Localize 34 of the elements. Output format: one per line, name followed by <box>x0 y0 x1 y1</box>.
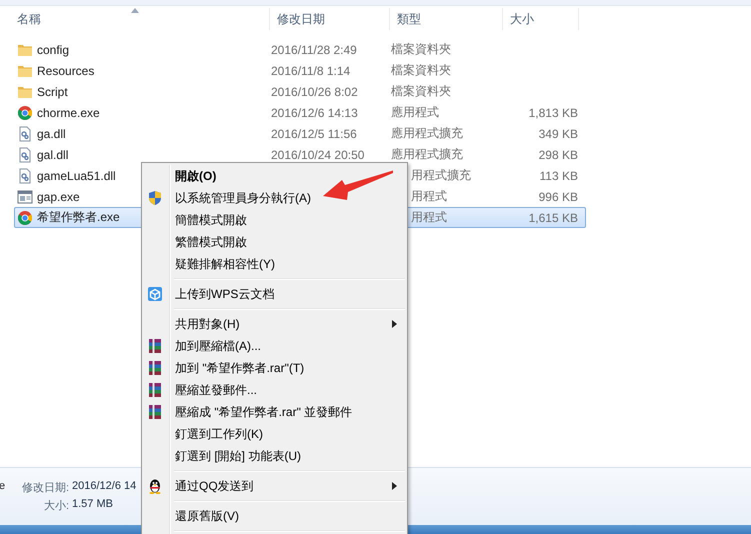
modified-date: 2016/11/28 2:49 <box>271 42 357 56</box>
file-size: 298 KB <box>538 148 578 162</box>
file-type: 用程式擴充 <box>411 167 471 184</box>
file-type: 應用程式 <box>391 104 439 121</box>
file-size: 113 KB <box>540 168 578 182</box>
file-name: config <box>37 42 70 56</box>
detail-label: 修改日期: <box>21 481 69 495</box>
file-type: 檔案資料夾 <box>391 41 451 58</box>
file-type: 檔案資料夾 <box>391 62 451 79</box>
file-name: gap.exe <box>37 190 80 204</box>
file-name: Resources <box>37 64 94 78</box>
file-type: 檔案資料夾 <box>391 83 451 100</box>
file-size: 1,813 KB <box>528 106 578 120</box>
file-size: 996 KB <box>538 190 578 204</box>
modified-date: 2016/11/8 1:14 <box>271 64 350 78</box>
file-size: 1,615 KB <box>528 210 578 224</box>
file-type: 應用程式擴充 <box>391 146 463 163</box>
file-type: 應用程式擴充 <box>391 125 463 142</box>
file-size: 349 KB <box>538 126 578 140</box>
modified-date: 2016/12/5 11:56 <box>271 126 357 140</box>
detail-label: 大小: <box>42 499 69 513</box>
file-name: 希望作弊者.exe <box>37 209 120 226</box>
detail-value: 1.57 MB <box>72 498 114 512</box>
file-name: gal.dll <box>37 148 68 162</box>
file-name: gameLua51.dll <box>37 168 116 182</box>
file-name: chorme.exe <box>37 106 100 120</box>
modified-date: 2016/10/24 20:50 <box>271 148 364 162</box>
file-type: 用程式 <box>411 188 447 205</box>
file-type: 用程式 <box>411 209 447 226</box>
file-name: Script <box>37 84 68 98</box>
modified-date: 2016/12/6 14:13 <box>271 106 358 120</box>
detail-value: 2016/12/6 14 <box>72 480 136 494</box>
modified-date: 2016/10/26 8:02 <box>271 84 358 98</box>
file-name: ga.dll <box>37 126 66 140</box>
